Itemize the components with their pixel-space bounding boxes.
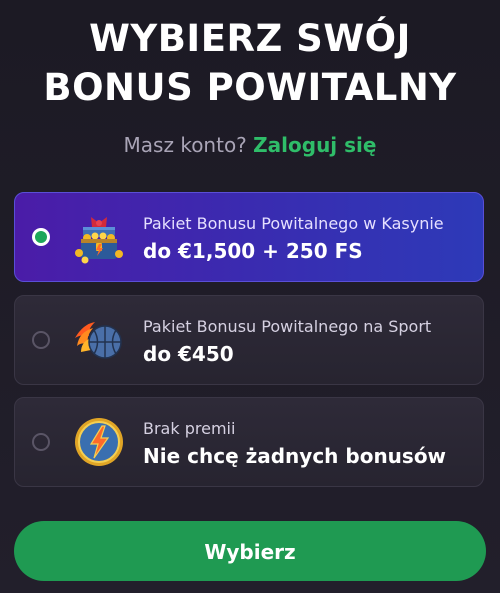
radio-button-unselected[interactable]: [32, 433, 50, 451]
title-line-2: BONUS POWITALNY: [43, 66, 457, 109]
page-title: WYBIERZ SWÓJ BONUS POWITALNY: [0, 14, 500, 112]
bonus-selection-page: WYBIERZ SWÓJ BONUS POWITALNY Masz konto?…: [0, 0, 500, 593]
option-title: do €1,500 + 250 FS: [143, 239, 363, 263]
option-title: do €450: [143, 342, 234, 366]
login-link[interactable]: Zaloguj się: [253, 133, 376, 157]
radio-button-selected[interactable]: [32, 228, 50, 246]
option-subtitle: Pakiet Bonusu Powitalnego na Sport: [143, 317, 432, 336]
option-subtitle: Brak premii: [143, 419, 236, 438]
title-line-1: WYBIERZ SWÓJ: [89, 17, 411, 60]
bonus-option-none[interactable]: Brak premii Nie chcę żadnych bonusów: [14, 397, 484, 487]
login-prompt-row: Masz konto? Zaloguj się: [0, 131, 500, 159]
login-prompt-text: Masz konto?: [123, 133, 247, 157]
option-subtitle: Pakiet Bonusu Powitalnego w Kasynie: [143, 214, 444, 233]
radio-button-unselected[interactable]: [32, 331, 50, 349]
bonus-option-casino[interactable]: Pakiet Bonusu Powitalnego w Kasynie do €…: [14, 192, 484, 282]
flaming-basketball-icon: [75, 322, 122, 359]
treasure-chest-icon: [75, 217, 123, 264]
choose-button[interactable]: Wybierz: [14, 521, 486, 581]
bonus-option-sport[interactable]: Pakiet Bonusu Powitalnego na Sport do €4…: [14, 295, 484, 385]
no-bonus-lightning-icon: [75, 418, 123, 466]
option-title: Nie chcę żadnych bonusów: [143, 444, 447, 468]
